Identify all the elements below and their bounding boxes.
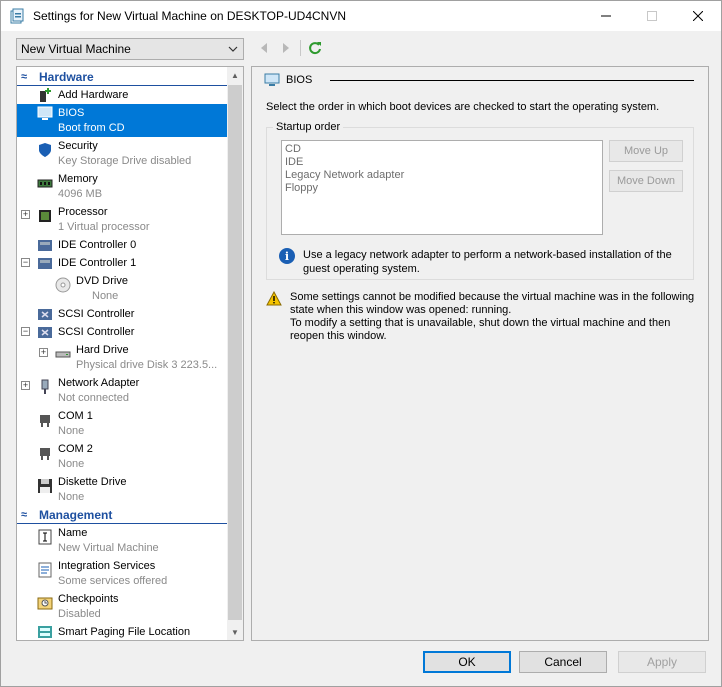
- apply-button[interactable]: Apply: [618, 651, 706, 673]
- ide-controller-icon: [38, 258, 52, 269]
- add-hardware-icon: [40, 88, 51, 102]
- tree-item-ide-controller-0[interactable]: IDE Controller 0: [17, 236, 227, 254]
- warning-icon: [266, 291, 282, 306]
- minimize-icon: [601, 15, 611, 17]
- management-section-header[interactable]: ≈ Management: [17, 506, 227, 524]
- move-up-button[interactable]: Move Up: [609, 140, 683, 162]
- vm-selector-value: New Virtual Machine: [21, 42, 131, 56]
- memory-icon: [37, 179, 53, 188]
- list-item[interactable]: CD: [285, 143, 599, 156]
- integration-services-icon: [38, 562, 52, 578]
- move-down-button[interactable]: Move Down: [609, 170, 683, 192]
- com-port-icon: [40, 448, 50, 460]
- chevron-down-icon: [228, 46, 238, 52]
- collapse-icon: ≈: [21, 508, 28, 521]
- scroll-down-icon[interactable]: ▼: [227, 624, 243, 640]
- tree-item-memory[interactable]: Memory 4096 MB: [17, 170, 227, 203]
- scsi-controller-icon: [38, 327, 52, 338]
- panel-title: BIOS: [264, 73, 694, 87]
- tree-item-processor[interactable]: + Processor 1 Virtual processor: [17, 203, 227, 236]
- bios-icon: [264, 73, 280, 86]
- ok-button[interactable]: OK: [423, 651, 511, 673]
- smart-paging-icon: [38, 626, 52, 638]
- expand-icon[interactable]: +: [39, 348, 48, 357]
- network-adapter-icon: [41, 379, 49, 394]
- dvd-disc-icon: [55, 277, 71, 293]
- settings-app-icon: [10, 8, 24, 24]
- maximize-icon: [647, 11, 657, 21]
- info-icon: i: [279, 248, 295, 264]
- collapse-icon[interactable]: −: [21, 258, 30, 267]
- com-port-icon: [40, 415, 50, 427]
- tree-scrollbar[interactable]: ▲ ▼: [227, 67, 243, 640]
- tree-item-diskette-drive[interactable]: Diskette Drive None: [17, 473, 227, 506]
- processor-icon: [39, 210, 51, 222]
- bios-icon: [37, 106, 53, 120]
- info-message: i Use a legacy network adapter to perfor…: [279, 248, 679, 276]
- window-title: Settings for New Virtual Machine on DESK…: [33, 9, 347, 23]
- close-icon: [693, 11, 703, 21]
- collapse-icon: ≈: [21, 70, 28, 83]
- list-item[interactable]: IDE: [285, 156, 599, 169]
- expand-icon[interactable]: +: [21, 381, 30, 390]
- collapse-icon[interactable]: −: [21, 327, 30, 336]
- name-text-icon: [38, 529, 52, 545]
- scrollbar-thumb[interactable]: [228, 85, 242, 620]
- title-bar: Settings for New Virtual Machine on DESK…: [1, 1, 721, 31]
- list-item[interactable]: Legacy Network adapter: [285, 169, 599, 182]
- maximize-button[interactable]: [629, 1, 675, 31]
- tree-item-bios[interactable]: BIOS Boot from CD: [17, 104, 227, 137]
- back-button[interactable]: [256, 39, 272, 57]
- ide-controller-icon: [38, 240, 52, 251]
- tree-item-hard-drive[interactable]: + Hard Drive Physical drive Disk 3 223.5…: [17, 341, 227, 374]
- minimize-button[interactable]: [583, 1, 629, 31]
- settings-window: Settings for New Virtual Machine on DESK…: [0, 0, 722, 687]
- scroll-up-icon[interactable]: ▲: [227, 67, 243, 83]
- cancel-button[interactable]: Cancel: [519, 651, 607, 673]
- startup-order-label: Startup order: [273, 121, 344, 133]
- refresh-icon: [309, 42, 321, 55]
- tree-item-com1[interactable]: COM 1 None: [17, 407, 227, 440]
- hardware-section-header[interactable]: ≈ Hardware: [17, 68, 227, 86]
- tree-item-add-hardware[interactable]: Add Hardware: [17, 86, 227, 104]
- warning-message: Some settings cannot be modified because…: [266, 291, 696, 343]
- forward-arrow-icon: [283, 43, 289, 53]
- vm-selector[interactable]: New Virtual Machine: [16, 38, 244, 60]
- scsi-controller-icon: [38, 309, 52, 320]
- tree-item-ide-controller-1[interactable]: − IDE Controller 1: [17, 254, 227, 272]
- boot-order-list[interactable]: CD IDE Legacy Network adapter Floppy: [281, 140, 603, 235]
- tree-item-com2[interactable]: COM 2 None: [17, 440, 227, 473]
- close-button[interactable]: [675, 1, 721, 31]
- tree-item-scsi-controller-1[interactable]: SCSI Controller: [17, 305, 227, 323]
- hard-drive-icon: [55, 351, 71, 358]
- settings-tree[interactable]: ≈ Hardware Add Hardware BIOS Boot from C…: [16, 66, 244, 641]
- tree-item-dvd-drive[interactable]: DVD Drive None: [17, 272, 227, 305]
- tree-item-scsi-controller-2[interactable]: − SCSI Controller: [17, 323, 227, 341]
- shield-icon: [39, 143, 51, 157]
- expand-icon[interactable]: +: [21, 210, 30, 219]
- back-arrow-icon: [261, 43, 267, 53]
- tree-item-security[interactable]: Security Key Storage Drive disabled: [17, 137, 227, 170]
- tree-item-integration-services[interactable]: Integration Services Some services offer…: [17, 557, 227, 590]
- tree-item-checkpoints[interactable]: Checkpoints Disabled: [17, 590, 227, 623]
- startup-order-group: Startup order CD IDE Legacy Network adap…: [266, 121, 694, 280]
- bios-settings-panel: BIOS Select the order in which boot devi…: [251, 66, 709, 641]
- forward-button[interactable]: [278, 39, 294, 57]
- tree-item-smart-paging[interactable]: Smart Paging File Location: [17, 623, 227, 640]
- bios-description: Select the order in which boot devices a…: [266, 101, 660, 113]
- tree-item-network-adapter[interactable]: + Network Adapter Not connected: [17, 374, 227, 407]
- floppy-disk-icon: [38, 479, 52, 493]
- tree-item-name[interactable]: Name New Virtual Machine: [17, 524, 227, 557]
- refresh-button[interactable]: [307, 39, 323, 57]
- checkpoints-icon: [37, 597, 53, 610]
- list-item[interactable]: Floppy: [285, 182, 599, 195]
